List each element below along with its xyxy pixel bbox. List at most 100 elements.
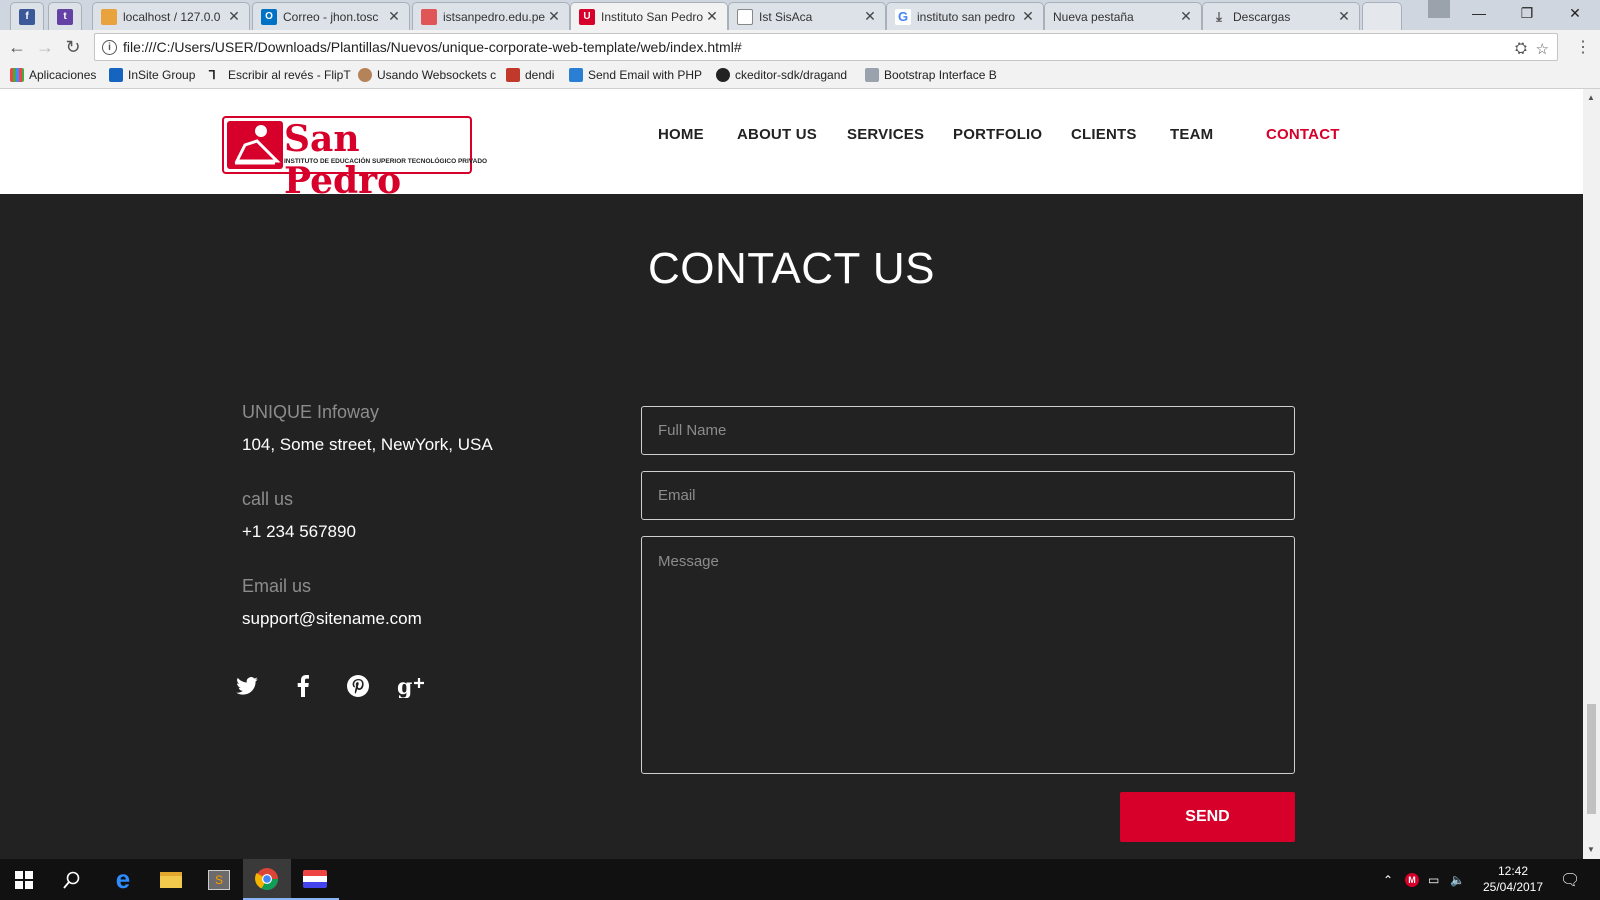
tab-istsanpedro[interactable]: istsanpedro.edu.pe ✕ [412,2,570,30]
phone-info: call us +1 234 567890 [242,489,356,542]
logo-tagline: INSTITUTO DE EDUCACIÓN SUPERIOR TECNOLÓG… [284,158,488,165]
tab-instituto-san-pedro[interactable]: U Instituto San Pedro ✕ [570,2,728,30]
tab-new[interactable]: Nueva pestaña ✕ [1044,2,1202,30]
close-icon[interactable]: ✕ [863,8,877,25]
tab-localhost[interactable]: localhost / 127.0.0 ✕ [92,2,250,30]
restore-icon[interactable]: ❐ [1504,0,1550,26]
new-tab-button[interactable] [1362,2,1402,30]
bookmark-insite[interactable]: InSite Group [109,68,195,82]
bookmark-fliptext[interactable]: Ꞁ Escribir al revés - FlipT [209,68,351,82]
taskbar-chrome[interactable] [243,859,291,900]
taskbar-edge[interactable]: e [99,859,147,900]
close-icon[interactable]: ✕ [1179,8,1193,25]
sanpedro-icon: U [579,8,595,25]
close-icon[interactable]: ✕ [705,8,719,25]
bookmark-bootstrap[interactable]: Bootstrap Interface B [865,68,997,82]
tray-app-icon[interactable]: M [1405,859,1419,900]
cube-icon [865,68,879,82]
bookmark-send-email[interactable]: Send Email with PHP [569,68,702,82]
windows-taskbar: e S ⌃ M ▭ 🔈 12:42 25/04/2017 🗨 [0,859,1600,900]
nav-about-us[interactable]: ABOUT US [737,126,817,143]
close-icon[interactable]: ✕ [387,8,401,25]
flip-icon: Ꞁ [209,68,216,82]
google-plus-icon[interactable]: g [396,671,426,701]
close-window-icon[interactable]: ✕ [1552,0,1598,26]
nav-contact[interactable]: CONTACT [1266,126,1340,143]
network-icon[interactable]: ▭ [1428,859,1439,900]
close-icon[interactable]: ✕ [1021,8,1035,25]
logo-mark-icon [227,121,283,169]
reload-icon[interactable]: ↻ [62,36,84,58]
profile-icon[interactable] [1428,0,1450,18]
full-name-input[interactable] [641,406,1295,455]
twitter-icon[interactable] [232,671,262,701]
bookmark-label: Usando Websockets c [377,68,497,82]
info-icon[interactable]: i [102,40,117,55]
google-icon: G [895,8,911,25]
nav-home[interactable]: HOME [658,126,704,143]
email-input[interactable] [641,471,1295,520]
bookmark-ckeditor[interactable]: ckeditor-sdk/dragand [716,68,847,82]
company-info: UNIQUE Infoway 104, Some street, NewYork… [242,402,493,455]
taskbar-explorer[interactable] [147,859,195,900]
scroll-down-arrow-icon[interactable]: ▼ [1587,845,1595,854]
tab-facebook[interactable]: f [10,2,44,30]
volume-icon[interactable]: 🔈 [1450,859,1465,900]
bookmark-dendi[interactable]: dendi [506,68,554,82]
taskbar-app[interactable] [291,859,339,900]
star-icon[interactable]: ☆ [1536,40,1549,58]
facebook-icon[interactable] [288,671,318,701]
close-icon[interactable]: ✕ [547,8,561,25]
tab-label: Correo - jhon.tosc [283,9,379,24]
close-icon[interactable]: ✕ [227,8,241,25]
email-info: Email us support@sitename.com [242,576,422,629]
tab-correo[interactable]: O Correo - jhon.tosc ✕ [252,2,410,30]
clock-time: 12:42 [1497,864,1529,878]
nav-portfolio[interactable]: PORTFOLIO [953,126,1042,143]
site-icon [421,8,437,25]
tab-ist-sisaca[interactable]: Ist SisAca ✕ [728,2,886,30]
bookmark-label: Send Email with PHP [588,68,703,82]
tab-label: Nueva pestaña [1053,9,1134,24]
nav-clients[interactable]: CLIENTS [1071,126,1137,143]
tab-google-search[interactable]: G instituto san pedro ✕ [886,2,1044,30]
translate-icon[interactable]: ⛭ [1515,40,1527,57]
bookmark-label: dendi [525,68,555,82]
bookmark-apps[interactable]: Aplicaciones [10,68,96,82]
tab-twitch[interactable]: t [48,2,82,30]
email-text: support@sitename.com [242,609,422,628]
page-scrollbar[interactable]: ▲ ▼ [1583,89,1600,859]
show-hidden-icons[interactable]: ⌃ [1383,859,1393,900]
scroll-thumb[interactable] [1587,704,1596,814]
forward-arrow-icon[interactable]: → [34,36,56,58]
bookmark-websockets[interactable]: Usando Websockets c [358,68,496,82]
minimize-icon[interactable]: — [1456,0,1502,26]
start-button[interactable] [0,859,48,900]
windows-logo-icon [15,870,33,889]
taskbar-sublime[interactable]: S [195,859,243,900]
menu-icon[interactable]: ⋮ [1572,36,1594,58]
svg-text:g: g [397,674,412,698]
site-logo[interactable]: San Pedro INSTITUTO DE EDUCACIÓN SUPERIO… [222,116,487,202]
browser-toolbar: ← → ↻ i file:///C:/Users/USER/Downloads/… [0,30,1600,64]
notifications-icon[interactable]: 🗨 [1560,859,1580,900]
tab-label: instituto san pedro [917,9,1016,24]
nav-team[interactable]: TEAM [1170,126,1213,143]
close-icon[interactable]: ✕ [1337,8,1351,25]
back-arrow-icon[interactable]: ← [6,36,28,58]
scroll-up-arrow-icon[interactable]: ▲ [1587,93,1595,102]
nav-services[interactable]: SERVICES [847,126,924,143]
chrome-icon [255,867,278,890]
site-header: San Pedro INSTITUTO DE EDUCACIÓN SUPERIO… [0,89,1583,202]
message-textarea[interactable] [641,536,1295,774]
sublime-icon: S [208,869,230,890]
web-page: San Pedro INSTITUTO DE EDUCACIÓN SUPERIO… [0,89,1583,859]
address-bar[interactable]: i file:///C:/Users/USER/Downloads/Planti… [94,33,1558,61]
taskbar-clock[interactable]: 12:42 25/04/2017 [1478,863,1548,895]
email-icon [569,68,583,82]
search-button[interactable] [48,859,96,900]
send-button[interactable]: SEND [1120,792,1295,842]
tab-descargas[interactable]: ⤓ Descargas ✕ [1202,2,1360,30]
pinterest-icon[interactable] [343,671,373,701]
download-icon: ⤓ [1216,8,1222,24]
